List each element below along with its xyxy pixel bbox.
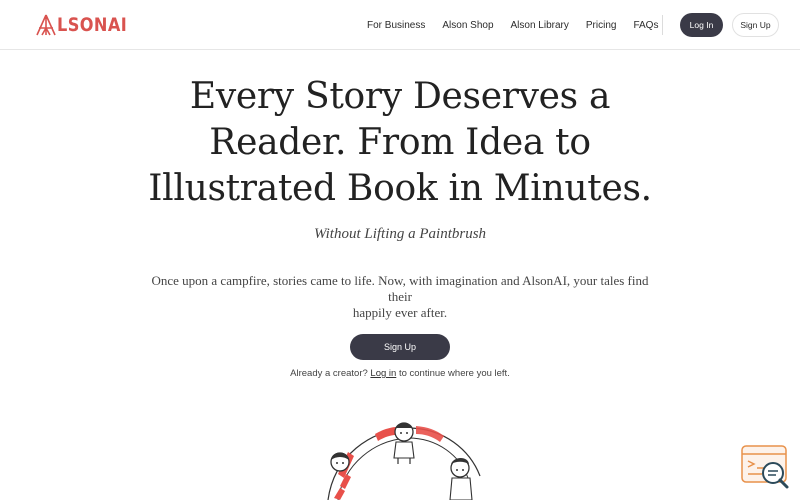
nav-for-business[interactable]: For Business (367, 20, 425, 31)
hero-signup-button[interactable]: Sign Up (350, 334, 450, 360)
creator-suffix: to continue where you left. (398, 368, 510, 379)
creator-login-link[interactable]: Log in (370, 368, 396, 379)
hero-description-line-2: happily ever after. (352, 305, 448, 320)
chat-search-icon (741, 445, 789, 489)
hero-title: Every Story Deserves a Reader. From Idea… (100, 74, 700, 212)
login-button[interactable]: Log In (680, 13, 723, 37)
hero-description: Once upon a campfire, stories came to li… (140, 273, 660, 321)
creator-prefix: Already a creator? (290, 368, 368, 379)
header-signup-button[interactable]: Sign Up (732, 13, 779, 37)
site-header: LSONAI For Business Alson Shop Alson Lib… (0, 0, 800, 50)
brand-name: LSONAI (57, 14, 128, 36)
main-nav: For Business Alson Shop Alson Library Pr… (360, 0, 675, 50)
nav-alson-shop[interactable]: Alson Shop (442, 20, 493, 31)
hero-description-line-1: Once upon a campfire, stories came to li… (151, 273, 649, 304)
kids-circle-illustration (327, 422, 481, 500)
nav-alson-library[interactable]: Alson Library (511, 20, 569, 31)
nav-faqs[interactable]: FAQs (633, 20, 658, 31)
brand-logo[interactable]: LSONAI (36, 13, 140, 37)
hero-title-line-3: Illustrated Book in Minutes. (148, 168, 652, 209)
nav-pricing[interactable]: Pricing (586, 20, 617, 31)
creator-login-prompt: Already a creator? Log in to continue wh… (200, 368, 600, 379)
chat-widget-button[interactable] (740, 444, 792, 490)
hero-subtitle: Without Lifting a Paintbrush (313, 226, 487, 242)
nav-divider (662, 15, 663, 35)
tent-logo-icon (36, 14, 56, 36)
hero-title-line-2: Reader. From Idea to (209, 122, 591, 163)
hero-title-line-1: Every Story Deserves a (189, 76, 611, 117)
